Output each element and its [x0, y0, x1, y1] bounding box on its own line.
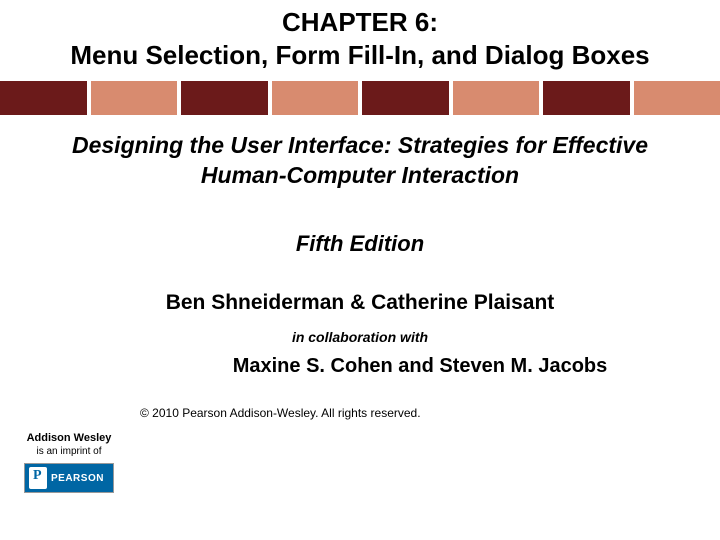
stripe: [634, 81, 720, 115]
collaboration-label: in collaboration with: [0, 329, 720, 345]
publisher-block: Addison Wesley is an imprint of PEARSON: [14, 432, 124, 493]
imprint-label: is an imprint of: [14, 446, 124, 457]
stripe: [181, 81, 268, 115]
stripe: [0, 81, 87, 115]
copyright-notice: © 2010 Pearson Addison-Wesley. All right…: [0, 406, 720, 420]
book-title: Designing the User Interface: Strategies…: [0, 115, 720, 191]
stripe: [272, 81, 359, 115]
authors-secondary: Maxine S. Cohen and Steven M. Jacobs: [0, 355, 720, 378]
publisher-name: Addison Wesley: [14, 432, 124, 444]
decorative-stripe-row: [0, 81, 720, 115]
book-edition: Fifth Edition: [0, 231, 720, 257]
chapter-number: CHAPTER 6:: [282, 7, 438, 37]
pearson-logo-text: PEARSON: [51, 473, 104, 484]
stripe: [362, 81, 449, 115]
chapter-title: CHAPTER 6: Menu Selection, Form Fill-In,…: [0, 0, 720, 81]
pearson-mark-icon: [29, 467, 47, 489]
pearson-logo: PEARSON: [24, 463, 114, 493]
stripe: [91, 81, 178, 115]
stripe: [453, 81, 540, 115]
chapter-name: Menu Selection, Form Fill-In, and Dialog…: [70, 40, 649, 70]
stripe: [543, 81, 630, 115]
authors-primary: Ben Shneiderman & Catherine Plaisant: [0, 291, 720, 315]
